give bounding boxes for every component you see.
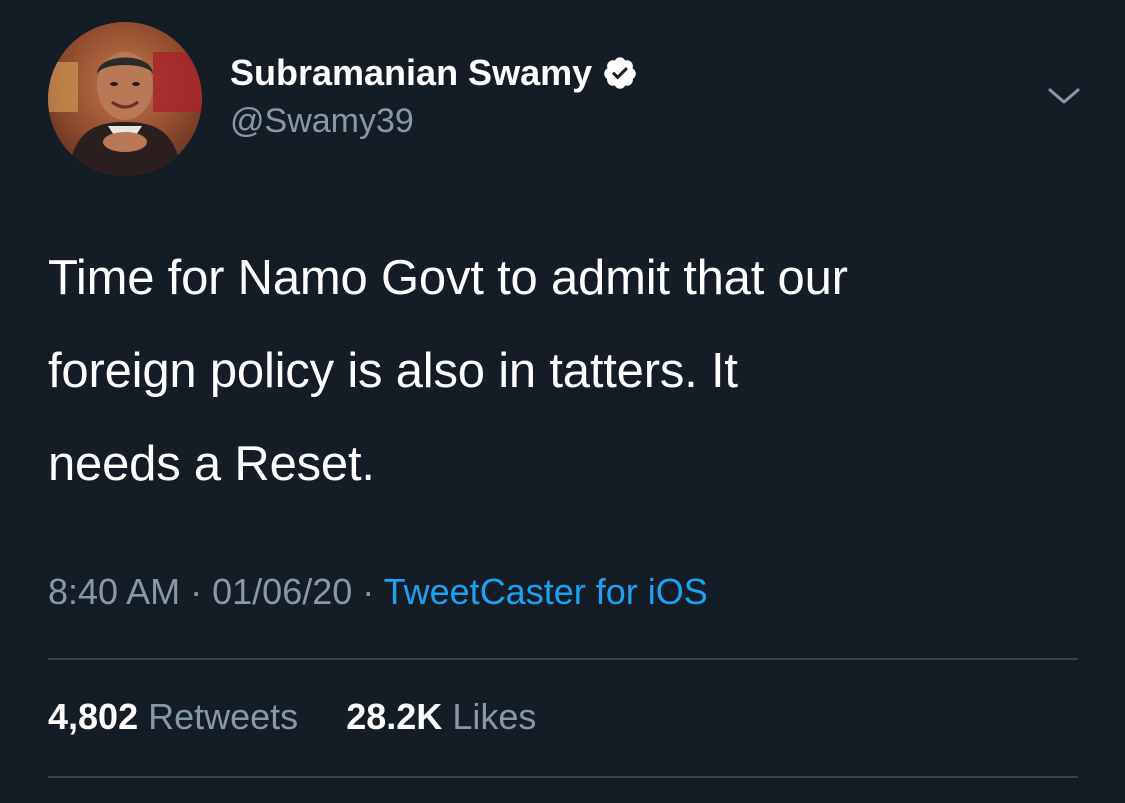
tweet-time[interactable]: 8:40 AM bbox=[48, 571, 180, 612]
tweet-card: Subramanian Swamy @Swamy39 Time for Namo… bbox=[0, 0, 1125, 803]
avatar[interactable] bbox=[48, 22, 202, 176]
likes-count: 28.2K bbox=[346, 696, 443, 737]
meta-separator: · bbox=[362, 571, 375, 612]
tweet-text-line: needs a Reset. bbox=[48, 437, 375, 491]
author-name-row: Subramanian Swamy bbox=[230, 50, 638, 96]
tweet-stats: 4,802 Retweets 28.2K Likes bbox=[48, 696, 536, 738]
likes-stat[interactable]: 28.2K Likes bbox=[336, 696, 536, 737]
divider bbox=[48, 776, 1078, 778]
meta-separator: · bbox=[190, 571, 203, 612]
author-block: Subramanian Swamy @Swamy39 bbox=[230, 50, 638, 141]
divider bbox=[48, 658, 1078, 660]
retweets-label: Retweets bbox=[148, 696, 299, 737]
author-handle[interactable]: @Swamy39 bbox=[230, 102, 638, 141]
chevron-down-icon[interactable] bbox=[1046, 84, 1082, 108]
retweets-stat[interactable]: 4,802 Retweets bbox=[48, 696, 308, 737]
tweet-source-link[interactable]: TweetCaster for iOS bbox=[384, 571, 708, 612]
verified-badge-icon bbox=[604, 57, 636, 89]
avatar-image bbox=[48, 22, 202, 176]
retweets-count: 4,802 bbox=[48, 696, 139, 737]
tweet-date[interactable]: 01/06/20 bbox=[212, 571, 352, 612]
likes-label: Likes bbox=[452, 696, 537, 737]
tweet-text-line: foreign policy is also in tatters. It bbox=[48, 344, 738, 398]
tweet-text: Time for Namo Govt to admit that our for… bbox=[48, 232, 1098, 511]
author-name[interactable]: Subramanian Swamy bbox=[230, 52, 592, 94]
tweet-meta: 8:40 AM · 01/06/20 · TweetCaster for iOS bbox=[48, 571, 708, 613]
tweet-text-line: Time for Namo Govt to admit that our bbox=[48, 251, 848, 305]
